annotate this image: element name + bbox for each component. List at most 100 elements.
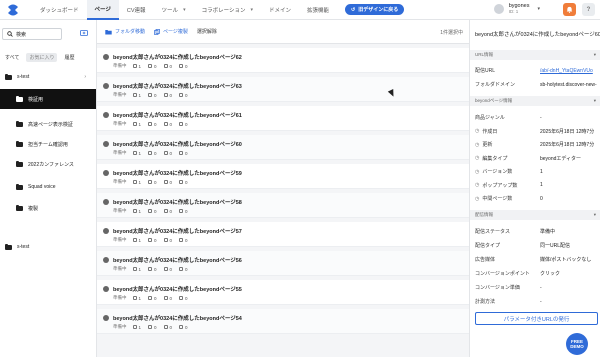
user-menu[interactable]: bygones ID: 1 ▾	[493, 3, 540, 14]
page-meta: 準備中 1 0 0 0	[113, 150, 195, 156]
chevron-down-icon: ▾	[250, 6, 253, 13]
page-row[interactable]: beyond太郎さんが0324に作成したbeyondページ60 準備中 1 0 0 0	[97, 135, 469, 160]
count-value: 0	[169, 150, 173, 156]
middle-page-icon	[163, 93, 168, 97]
popup-icon	[148, 122, 153, 126]
top-header: ダッシュボード ページ CV連報 ツール ▾ コラボレーション ▾ ドメイン 拡張機能 ↺ 旧デ…	[0, 0, 600, 20]
detail-row: 広告媒体 媒体/ポストバックなし	[475, 256, 600, 263]
nav-item-label: ダッシュボード	[40, 7, 79, 14]
count-value: 0	[154, 208, 157, 214]
detail-label-text: 配信ステータス	[475, 229, 511, 235]
filter-tab[interactable]: 履歴	[61, 53, 77, 62]
page-row[interactable]: beyond太郎さんが0324に作成したbeyondページ61 準備中 1 0 0 0	[97, 106, 469, 131]
row-bullet-icon	[103, 141, 109, 147]
nav-item-6[interactable]: 拡張機能	[299, 0, 337, 20]
popup-icon	[148, 151, 153, 155]
free-demo-badge[interactable]: FREE DEMO	[566, 333, 588, 355]
page-meta-count: 1	[132, 64, 141, 69]
folder-item[interactable]: s-test ›	[5, 70, 91, 84]
calendar-icon: ◷	[475, 128, 480, 134]
param-url-button[interactable]: パラメータ付きURLの発行	[475, 312, 598, 325]
page-row[interactable]: beyond太郎さんが0324に作成したbeyondページ55 準備中 1 0 0 0	[97, 280, 469, 305]
folder-item[interactable]: 複製	[0, 198, 96, 218]
search-input[interactable]: 検索	[2, 28, 62, 40]
deselect-button[interactable]: 選択解除	[197, 28, 217, 35]
page-duplicate-button[interactable]: ページ複製	[154, 28, 188, 35]
nav-item-4[interactable]: コラボレーション ▾	[194, 0, 261, 20]
version-icon	[132, 151, 137, 155]
nav-item-1[interactable]: ページ	[86, 0, 119, 20]
page-status: 準備中	[113, 92, 127, 97]
filter-tab[interactable]: お気に入り	[26, 53, 58, 62]
page-row[interactable]: beyond太郎さんが0324に作成したbeyondページ59 準備中 1 0 0 0	[97, 164, 469, 189]
page-row[interactable]: beyond太郎さんが0324に作成したbeyondページ58 準備中 1 0 0 0	[97, 193, 469, 218]
middle-page-icon	[163, 151, 168, 155]
detail-value[interactable]: /ab/-dnH_YtaQEwnVUo	[540, 68, 593, 74]
detail-row: 商品ジャンル -	[475, 114, 600, 122]
folder-item[interactable]: 担当チーム確認用	[0, 134, 96, 154]
section-page[interactable]: beyondページ情報 ▾	[470, 96, 600, 106]
chevron-right-icon: ›	[84, 74, 86, 80]
page-row[interactable]: beyond太郎さんが0324に作成したbeyondページ62 準備中 1 0 0 0	[97, 48, 469, 73]
folder-item[interactable]: 高速ページ表示検証	[0, 114, 96, 134]
row-bullet-icon	[103, 228, 109, 234]
folder-item[interactable]: 検証用	[0, 89, 96, 109]
question-icon[interactable]: ?	[582, 3, 595, 16]
nav-item-5[interactable]: ドメイン	[261, 0, 299, 20]
page-status: 準備中	[113, 150, 127, 155]
section-delivery[interactable]: 配信情報 ▾	[470, 210, 600, 220]
detail-row: 配信ステータス 準備中	[475, 228, 600, 235]
count-value: 1	[138, 121, 142, 127]
detail-value: beyondエディター	[540, 155, 582, 162]
count-value: 1	[138, 179, 142, 185]
count-value: 0	[169, 121, 173, 127]
count-value: 0	[154, 121, 157, 127]
page-status: 準備中	[113, 266, 127, 271]
detail-row: コンバージョン単価 -	[475, 284, 600, 292]
folder-icon	[16, 95, 23, 102]
bell-icon[interactable]	[563, 3, 576, 16]
nav-item-label: 拡張機能	[307, 7, 330, 14]
count-value: 1	[138, 324, 142, 330]
folder-item[interactable]: s-test	[5, 240, 91, 254]
nav-item-2[interactable]: CV連報	[119, 0, 154, 20]
old-design-button[interactable]: ↺ 旧デザインに戻る	[345, 4, 405, 15]
chevron-down-icon: ▾	[593, 52, 596, 57]
detail-label-text: コンバージョン単価	[475, 285, 520, 291]
detail-row: 配信URL/ab/-dnH_YtaQEwnVUo	[475, 67, 600, 75]
page-row[interactable]: beyond太郎さんが0324に作成したbeyondページ56 準備中 1 0 0 0	[97, 251, 469, 276]
nav-item-3[interactable]: ツール ▾	[154, 0, 194, 20]
nav-item-0[interactable]: ダッシュボード	[32, 0, 87, 20]
page-meta-count: 0	[179, 122, 188, 127]
middle-page-icon	[163, 296, 168, 300]
filter-tabs: すべて お気に入り 履歴	[2, 53, 77, 62]
page-meta-count: 0	[179, 325, 188, 330]
page-meta-count: 0	[163, 296, 172, 301]
detail-label-text: 商品ジャンル	[475, 115, 505, 121]
page-row[interactable]: beyond太郎さんが0324に作成したbeyondページ63 準備中 1 0 0 0	[97, 77, 469, 102]
access-icon	[179, 238, 184, 242]
add-folder-icon[interactable]	[80, 29, 88, 38]
folder-label: 担当チーム確認用	[28, 141, 68, 148]
page-row[interactable]: beyond太郎さんが0324に作成したbeyondページ54 準備中 1 0 0 0	[97, 309, 469, 334]
logo-icon[interactable]	[6, 3, 20, 17]
filter-tab[interactable]: すべて	[2, 53, 22, 62]
folder-move-button[interactable]: フォルダ移動	[105, 28, 145, 35]
page-list-pane: フォルダ移動 ページ複製 選択解除 1件選択中 beyond太郎さんが0324に…	[97, 20, 469, 357]
version-icon	[132, 325, 137, 329]
middle-page-icon	[163, 325, 168, 329]
middle-page-icon	[163, 180, 168, 184]
folder-item[interactable]: Squad voice	[0, 177, 96, 197]
access-icon	[179, 296, 184, 300]
count-value: 1	[138, 295, 142, 301]
folder-item[interactable]: 2022カンファレンス	[0, 154, 96, 174]
popup-icon	[148, 325, 153, 329]
page-meta-count: 0	[148, 325, 157, 330]
detail-label: コンバージョンポイント	[475, 270, 540, 277]
page-meta-count: 1	[132, 151, 141, 156]
page-row[interactable]: beyond太郎さんが0324に作成したbeyondページ57 準備中 1 0 0 0	[97, 222, 469, 247]
detail-label: ◷ バージョン数	[475, 168, 540, 176]
section-url[interactable]: URL情報 ▾	[470, 50, 600, 60]
detail-label-text: 広告媒体	[475, 257, 496, 263]
middle-page-icon	[163, 267, 168, 271]
